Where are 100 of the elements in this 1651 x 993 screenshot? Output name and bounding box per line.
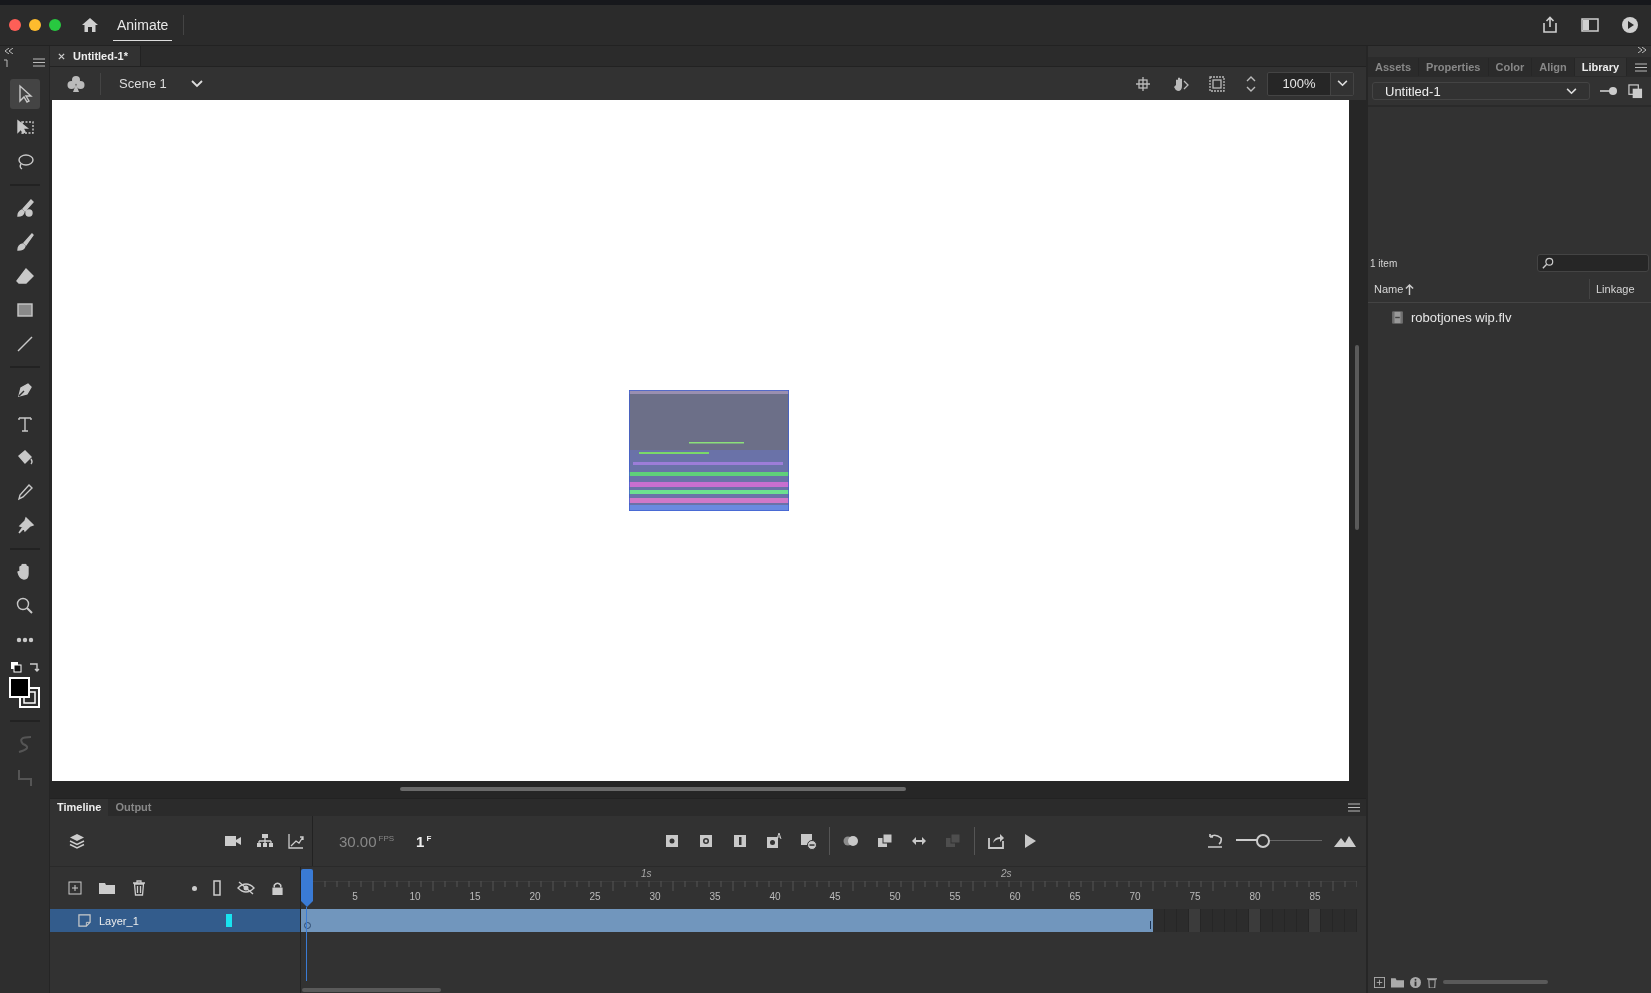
library-item[interactable]: robotjones wip.flv [1368, 303, 1651, 331]
chevron-down-icon [1566, 87, 1577, 95]
minimize-window-button[interactable] [29, 19, 41, 31]
frame-number: 40 [769, 891, 781, 902]
frame-number: 80 [1249, 891, 1261, 902]
camera-icon[interactable] [224, 834, 242, 848]
document-title: Untitled-1* [73, 50, 128, 62]
rectangle-icon [14, 300, 35, 320]
panel-tab[interactable]: Assets [1368, 58, 1420, 76]
pin-icon[interactable] [1600, 86, 1618, 96]
chevron-down-icon[interactable] [190, 79, 203, 88]
menu-icon[interactable] [1348, 803, 1360, 812]
document-tab[interactable]: Untitled-1* [50, 46, 141, 66]
panel-layout-icon[interactable] [1581, 16, 1599, 34]
fps-value[interactable]: 30.00$^{FPS}$ [339, 832, 395, 850]
panel-tab[interactable]: Output [108, 799, 159, 816]
playhead[interactable] [301, 869, 313, 909]
auto-keyframe-icon [765, 832, 784, 850]
select-tool[interactable] [9, 79, 40, 109]
default-colors-icon[interactable] [9, 661, 22, 673]
close-icon[interactable] [58, 52, 65, 60]
expand-icon[interactable] [1637, 47, 1647, 53]
brush-icon [14, 232, 35, 252]
crosshair-icon[interactable] [1135, 75, 1151, 92]
menu-icon[interactable] [33, 58, 45, 67]
clip-canvas-icon[interactable] [1209, 75, 1225, 92]
search-icon [1542, 257, 1554, 269]
swap-icon [944, 832, 963, 850]
info-icon[interactable] [1410, 976, 1421, 988]
add-layer-icon[interactable] [68, 881, 82, 895]
share-icon[interactable] [1541, 16, 1559, 34]
frame-number: 75 [1189, 891, 1201, 902]
dot-icon[interactable] [192, 885, 197, 891]
layer-color-swatch[interactable] [226, 914, 232, 927]
frame-number: 25 [589, 891, 601, 902]
close-window-button[interactable] [9, 19, 21, 31]
center-frame-icon[interactable] [1206, 833, 1224, 849]
panel-tab[interactable]: Properties [1419, 58, 1489, 76]
search-field[interactable] [1537, 254, 1649, 272]
zoom-icon [14, 596, 35, 616]
folder-icon[interactable] [1391, 976, 1404, 988]
trash-icon[interactable] [132, 880, 146, 896]
frame-number: 85 [1309, 891, 1321, 902]
swap-colors-icon[interactable] [27, 661, 40, 673]
graph-icon[interactable] [288, 833, 304, 849]
home-icon[interactable] [81, 17, 99, 33]
hidden-eye-icon[interactable] [237, 881, 255, 895]
panel-tab[interactable]: Color [1488, 58, 1533, 76]
item-count: 1 item [1370, 257, 1398, 269]
sort-ascending-icon[interactable] [1405, 283, 1415, 295]
eraser-icon [14, 266, 35, 286]
zoom-dropdown[interactable]: 100% [1267, 71, 1354, 96]
layer-name[interactable]: Layer_1 [99, 914, 139, 927]
maximize-window-button[interactable] [49, 19, 61, 31]
frame-number: 50 [889, 891, 901, 902]
frame-number: 45 [829, 891, 841, 902]
menu-icon[interactable] [1635, 62, 1647, 72]
folder-icon[interactable] [98, 881, 116, 895]
frame-number: 55 [949, 891, 961, 902]
panel-tab[interactable]: Library [1574, 58, 1628, 76]
frame-number: 20 [529, 891, 541, 902]
mountains-icon[interactable] [1334, 834, 1356, 848]
scene-name[interactable]: Scene 1 [119, 76, 167, 91]
chevron-down-icon [1336, 80, 1348, 87]
video-file-icon [1392, 310, 1403, 324]
scrollbar[interactable] [1443, 980, 1548, 984]
hierarchy-icon[interactable] [256, 833, 274, 849]
outline-icon[interactable] [213, 880, 221, 896]
frame-number: 5 [352, 891, 358, 902]
seconds-label: 1s [641, 868, 652, 879]
collapse-icon[interactable] [4, 48, 14, 54]
layer-icon [78, 914, 91, 927]
trash-icon[interactable] [1427, 976, 1437, 988]
frame-number: 30 [649, 891, 661, 902]
frame-number: 70 [1129, 891, 1141, 902]
new-library-icon[interactable] [1628, 83, 1643, 99]
fluid-brush-icon [14, 198, 35, 218]
column-header[interactable]: Linkage [1596, 283, 1635, 295]
lock-icon[interactable] [271, 880, 284, 896]
panel-tab[interactable]: Align [1532, 58, 1575, 76]
new-symbol-icon[interactable] [1374, 976, 1385, 988]
frame-zoom-slider[interactable] [1236, 834, 1322, 848]
column-header[interactable]: Name [1374, 283, 1404, 295]
seconds-label: 2s [1001, 868, 1012, 879]
workspace-tab[interactable]: Animate [113, 9, 173, 41]
layer-row[interactable]: Layer_1 [50, 909, 300, 932]
current-frame[interactable]: 1$^{F}$ [416, 832, 432, 850]
scrollbar[interactable] [400, 787, 906, 791]
panel-tab[interactable]: Timeline [50, 799, 109, 816]
document-dropdown[interactable]: Untitled-1 [1372, 82, 1590, 100]
stroke-fill-color-icon[interactable] [8, 677, 41, 709]
club-icon[interactable] [66, 73, 86, 94]
library-item-name: robotjones wip.flv [1411, 309, 1512, 325]
scrollbar[interactable] [1355, 345, 1359, 530]
frame-number: 60 [1009, 891, 1021, 902]
play-icon[interactable] [1621, 16, 1639, 34]
edit-multiple-icon [876, 832, 895, 850]
frame-number: 15 [469, 891, 481, 902]
scrollbar[interactable] [302, 988, 441, 992]
layers-icon[interactable] [68, 832, 86, 850]
